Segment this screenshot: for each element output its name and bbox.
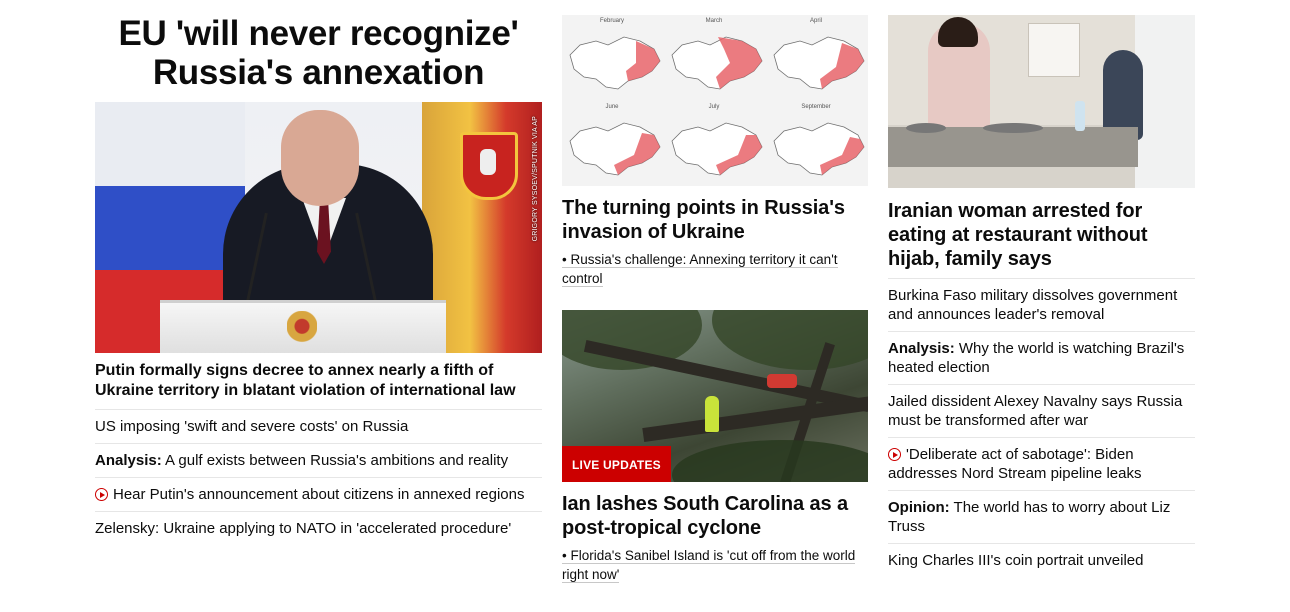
link-text: Burkina Faso military dissolves governme… [888,287,1178,323]
map-month-label: June [605,104,619,110]
related-link[interactable]: Opinion: The world has to worry about Li… [888,491,1195,544]
hurricane-image[interactable]: LIVE UPDATES [562,310,868,482]
map-panel: July [664,101,764,185]
table [888,127,1138,167]
ukraine-map-icon [671,122,763,176]
link-text: Jailed dissident Alexey Navalny says Rus… [888,393,1183,429]
related-link[interactable]: Jailed dissident Alexey Navalny says Rus… [888,385,1195,438]
lead-story-title[interactable]: EU 'will never recognize' Russia's annex… [95,14,542,92]
map-panel: April [766,15,866,99]
related-links-list: US imposing 'swift and severe costs' on … [95,410,542,545]
ukraine-map-icon [569,36,661,90]
ukraine-related-link[interactable]: • Russia's challenge: Annexing territory… [562,250,868,288]
live-updates-badge[interactable]: LIVE UPDATES [562,446,671,482]
podium [160,300,446,353]
related-link[interactable]: 'Deliberate act of sabotage': Biden addr… [888,438,1195,491]
map-month-label: February [599,18,624,24]
map-month-label: March [705,18,723,24]
hurricane-related-link[interactable]: • Florida's Sanibel Island is 'cut off f… [562,546,868,584]
ukraine-map-icon [569,122,661,176]
middle-column: February March April June July September The … [562,15,868,584]
map-panel: March [664,15,764,99]
related-link[interactable]: Hear Putin's announcement about citizens… [95,478,542,512]
link-text: 'Deliberate act of sabotage': Biden addr… [888,446,1142,482]
lead-story-column: EU 'will never recognize' Russia's annex… [95,14,542,545]
link-text: US imposing 'swift and severe costs' on … [95,418,409,435]
map-panel: February [562,15,662,99]
link-text: • Russia's challenge: Annexing territory… [562,252,838,287]
right-column: Iranian woman arrested for eating at res… [888,15,1195,577]
map-month-label: April [809,18,822,24]
link-text: Hear Putin's announcement about citizens… [113,486,525,503]
ukraine-map-icon [671,36,763,90]
map-panel: September [766,101,866,185]
analysis-label: Analysis: [888,340,955,357]
emblem-icon [287,311,317,345]
video-play-icon [95,488,108,501]
related-link[interactable]: Zelensky: Ukraine applying to NATO in 'a… [95,512,542,545]
related-link[interactable]: US imposing 'swift and severe costs' on … [95,410,542,444]
ukraine-map-icon [773,122,865,176]
map-month-label: September [801,104,831,110]
link-text: A gulf exists between Russia's ambitions… [161,452,509,469]
image-credit: GRIGORY SYSOEV/SPUTNIK VIA AP [532,116,539,242]
ukraine-map-icon [773,36,865,90]
wall-calendar [1028,23,1080,77]
opinion-label: Opinion: [888,499,950,516]
lead-story-image[interactable]: GRIGORY SYSOEV/SPUTNIK VIA AP [95,102,542,353]
video-play-icon [888,448,901,461]
map-panel: June [562,101,662,185]
right-links-list: Burkina Faso military dissolves governme… [888,278,1195,577]
related-link[interactable]: Burkina Faso military dissolves governme… [888,279,1195,332]
water-bottle [1075,101,1085,131]
related-link[interactable]: King Charles III's coin portrait unveile… [888,544,1195,577]
link-text: King Charles III's coin portrait unveile… [888,552,1144,569]
map-month-label: July [708,104,720,110]
restaurant-image[interactable] [888,15,1195,188]
lead-headline[interactable]: Putin formally signs decree to annex nea… [95,361,542,410]
ukraine-invasion-headline[interactable]: The turning points in Russia's invasion … [562,196,868,244]
related-link[interactable]: Analysis: A gulf exists between Russia's… [95,444,542,478]
related-link[interactable]: Analysis: Why the world is watching Braz… [888,332,1195,385]
link-text: Zelensky: Ukraine applying to NATO in 'a… [95,520,512,537]
car [767,374,797,388]
hurricane-headline[interactable]: Ian lashes South Carolina as a post-trop… [562,492,868,540]
analysis-label: Analysis: [95,452,162,469]
link-text: • Florida's Sanibel Island is 'cut off f… [562,548,856,583]
worker-figure [705,396,719,432]
ukraine-maps-image[interactable]: February March April June July September [562,15,868,186]
iran-headline[interactable]: Iranian woman arrested for eating at res… [888,199,1195,271]
